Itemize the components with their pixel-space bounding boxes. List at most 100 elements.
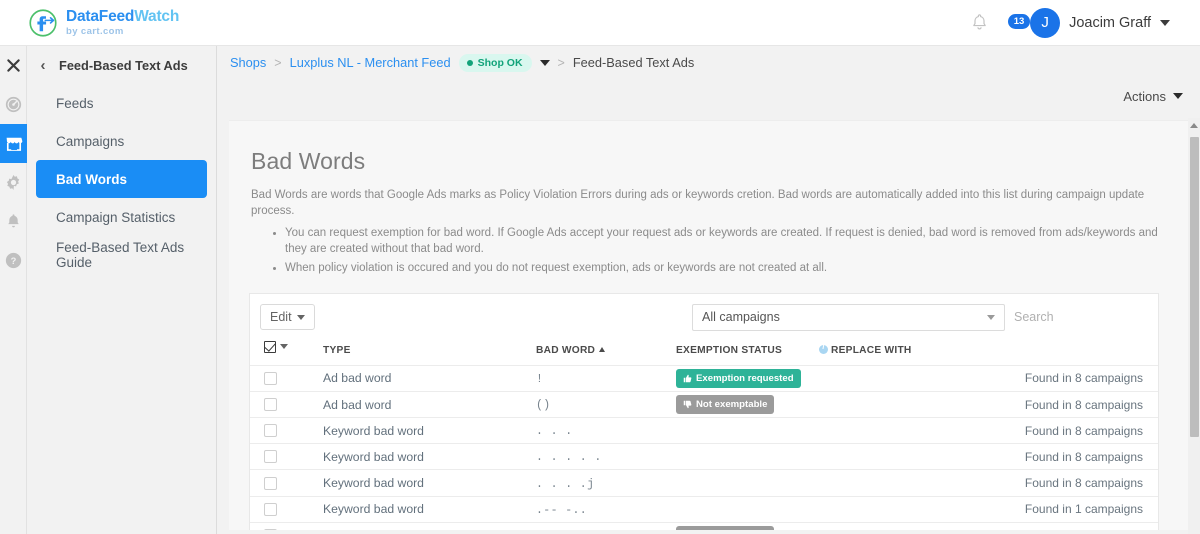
breadcrumb-current: Feed-Based Text Ads (572, 55, 695, 70)
rail-item-settings[interactable] (0, 163, 27, 202)
table-row[interactable]: Ad bad word .?producten. Not exemptable … (250, 522, 1158, 530)
table-row[interactable]: Ad bad word ! Exemption requested Found … (250, 365, 1158, 391)
scrollbar-thumb[interactable] (1189, 137, 1199, 437)
icon-rail: ? (0, 46, 27, 534)
cell-found: Found in 1 campaigns (985, 522, 1158, 530)
sidebar-item-campaign-statistics[interactable]: Campaign Statistics (36, 198, 207, 236)
sidebar-item-feeds[interactable]: Feeds (36, 84, 207, 122)
logo-text-datafeed: DataFeed (66, 8, 135, 25)
page-title: Bad Words (251, 148, 366, 174)
notifications-button[interactable] (968, 11, 990, 35)
description-bullet-list: You can request exemption for bad word. … (285, 225, 1170, 277)
status-label: Exemption requested (696, 372, 794, 384)
bell-icon (8, 214, 19, 228)
page-scrollbar[interactable] (1188, 118, 1200, 534)
column-header-bad-word[interactable]: BAD WORD (536, 341, 676, 366)
table-row[interactable]: Keyword bad word . . . .j Found in 8 cam… (250, 469, 1158, 496)
column-header-replace-with[interactable]: REPLACE WITH (819, 341, 985, 366)
status-dot-icon (466, 59, 473, 66)
breadcrumb: Shops > Luxplus NL - Merchant Feed Shop … (218, 46, 1200, 79)
cell-found: Found in 1 campaigns (1024, 502, 1143, 517)
rail-item-help[interactable]: ? (0, 241, 27, 280)
logo-tagline: by cart.com (66, 25, 124, 37)
cell-found: Found in 8 campaigns (1024, 397, 1143, 412)
sub-sidebar: ‹ Feed-Based Text Ads Feeds Campaigns Ba… (27, 46, 217, 534)
rail-item-shops[interactable] (0, 124, 27, 163)
avatar-group: 13 J (1008, 7, 1061, 38)
rail-item-dashboard[interactable] (0, 85, 27, 124)
list-item: When policy violation is occured and you… (285, 260, 1170, 277)
caret-down-icon[interactable] (1173, 93, 1183, 99)
caret-down-icon (296, 314, 305, 320)
sidebar-item-label: Bad Words (56, 171, 128, 187)
campaign-filter-value: All campaigns (702, 310, 780, 325)
breadcrumb-shops[interactable]: Shops (230, 55, 266, 70)
table-row[interactable]: Keyword bad word . . . . . Found in 8 ca… (250, 443, 1158, 470)
caret-down-icon[interactable] (280, 344, 288, 350)
app-logo[interactable]: DataFeedWatch by cart.com (28, 8, 179, 38)
status-badge-label: Shop OK (477, 56, 523, 69)
sort-ascending-icon (599, 346, 606, 352)
table-row[interactable]: Keyword bad word .-- -.. Found in 1 camp… (250, 496, 1158, 522)
shop-store-icon (6, 137, 22, 151)
cell-replace-with[interactable] (819, 496, 985, 522)
row-checkbox[interactable] (264, 529, 277, 530)
cell-bad-word: ! (536, 372, 544, 386)
table-body: Ad bad word ! Exemption requested Found … (250, 365, 1158, 530)
row-checkbox[interactable] (264, 450, 277, 464)
chevron-left-icon[interactable]: ‹ (35, 58, 51, 73)
cell-replace-with[interactable] (819, 418, 985, 444)
breadcrumb-separator: > (274, 55, 282, 70)
rail-item-alerts[interactable] (0, 202, 27, 241)
cell-exemption-status (676, 496, 819, 522)
sidebar-item-label: Feed-Based Text Ads Guide (56, 240, 185, 270)
status-badge[interactable]: Shop OK (458, 53, 532, 72)
actions-menu-button[interactable]: Actions (1123, 89, 1166, 104)
table-row[interactable]: Ad bad word () Not exemptable Found in 8… (250, 391, 1158, 417)
table-toolbar: Edit All campaigns (250, 294, 1158, 341)
status-badge-not-exemptable[interactable]: Not exemptable (676, 526, 775, 530)
shop-selector-caret-icon[interactable] (539, 59, 550, 66)
cell-replace-with[interactable] (819, 365, 985, 391)
cell-replace-with[interactable] (819, 470, 985, 496)
cell-replace-with[interactable] (819, 391, 985, 417)
cell-replace-with[interactable] (819, 522, 985, 530)
select-all-checkbox-icon[interactable] (264, 340, 276, 353)
row-checkbox[interactable] (264, 476, 277, 490)
sidebar-item-feed-based-text-ads-guide[interactable]: Feed-Based Text Ads Guide (36, 236, 207, 274)
column-header-found (985, 341, 1158, 366)
status-badge-not-exemptable[interactable]: Not exemptable (676, 395, 775, 415)
row-checkbox[interactable] (264, 502, 277, 516)
column-header-exemption-status[interactable]: EXEMPTION STATUS (676, 341, 819, 366)
cell-found: Found in 8 campaigns (1024, 423, 1143, 438)
actions-bar: Actions (218, 79, 1200, 113)
speedometer-icon (5, 96, 22, 113)
status-badge-exemption-requested[interactable]: Exemption requested (676, 368, 801, 388)
row-checkbox[interactable] (264, 424, 277, 438)
breadcrumb-separator: > (557, 55, 565, 70)
scrollbar-up-button[interactable] (1188, 118, 1200, 132)
cell-type: Keyword bad word (323, 449, 424, 464)
sidebar-close-button[interactable] (0, 46, 27, 85)
table-row[interactable]: Keyword bad word . . . Found in 8 campai… (250, 417, 1158, 444)
edit-dropdown-button[interactable]: Edit (260, 304, 315, 331)
search-input[interactable] (1005, 303, 1141, 331)
sidebar-item-bad-words[interactable]: Bad Words (36, 160, 207, 198)
cell-type: Keyword bad word (323, 502, 424, 517)
cell-found: Found in 8 campaigns (1024, 371, 1143, 386)
cell-replace-with[interactable] (819, 444, 985, 470)
column-header-type[interactable]: TYPE (323, 341, 536, 366)
sidebar-item-campaigns[interactable]: Campaigns (36, 122, 207, 160)
breadcrumb-merchant-feed[interactable]: Luxplus NL - Merchant Feed (290, 55, 451, 70)
column-header-select-all[interactable] (250, 340, 323, 366)
sub-sidebar-title: Feed-Based Text Ads (59, 57, 188, 73)
info-icon[interactable] (819, 344, 828, 354)
user-menu[interactable]: 13 J Joacim Graff (1008, 7, 1170, 38)
page-description: Bad Words are words that Google Ads mark… (229, 175, 1190, 277)
row-checkbox[interactable] (264, 371, 277, 385)
row-checkbox[interactable] (264, 398, 277, 412)
campaign-filter-select[interactable]: All campaigns (692, 303, 1005, 331)
svg-text:?: ? (11, 256, 17, 266)
cell-bad-word: . . . .j (536, 477, 595, 491)
bad-words-panel: Edit All campaigns Search TYPE BAD WORD … (249, 292, 1159, 530)
